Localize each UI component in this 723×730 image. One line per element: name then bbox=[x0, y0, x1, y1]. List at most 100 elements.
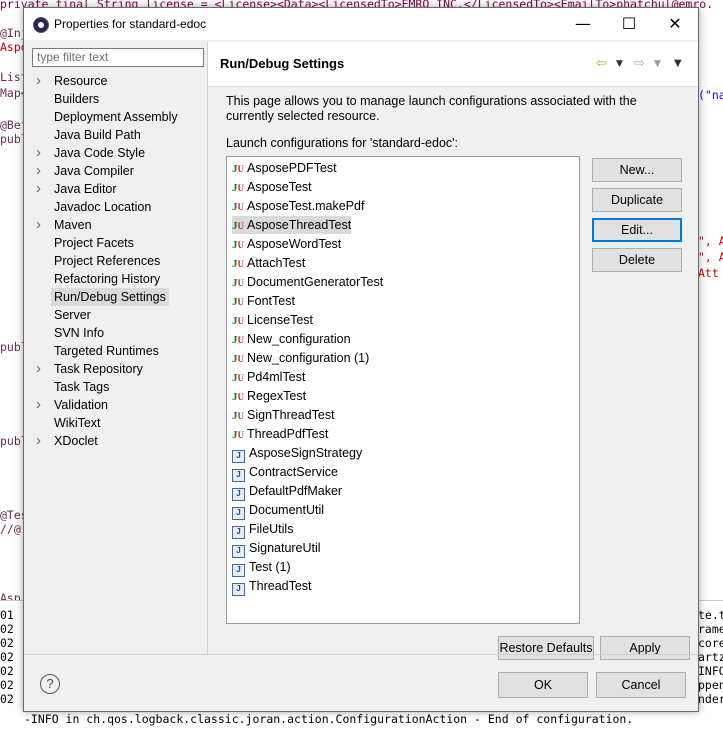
tree-item[interactable]: Refactoring History bbox=[24, 270, 207, 288]
chevron-right-icon[interactable]: › bbox=[36, 162, 46, 180]
tree-item[interactable]: Java Build Path bbox=[24, 126, 207, 144]
launch-configuration-item[interactable]: JU AsposeTest.makePdf bbox=[232, 197, 364, 215]
launch-configuration-item[interactable]: JU FontTest bbox=[232, 292, 295, 310]
page-title: Run/Debug Settings bbox=[220, 56, 345, 71]
tree-item[interactable]: Run/Debug Settings bbox=[24, 288, 207, 306]
launch-configuration-item[interactable]: J DefaultPdfMaker bbox=[232, 482, 342, 501]
cancel-button[interactable]: Cancel bbox=[596, 672, 686, 698]
launch-configuration-item[interactable]: JU New_configuration bbox=[232, 330, 351, 348]
launch-configuration-label: SignatureUtil bbox=[249, 541, 321, 555]
tree-item[interactable]: Deployment Assembly bbox=[24, 108, 207, 126]
tree-item[interactable]: › Java Editor bbox=[24, 180, 207, 198]
junit-icon: JU bbox=[232, 163, 244, 175]
chevron-right-icon[interactable]: › bbox=[36, 72, 46, 90]
junit-icon: JU bbox=[232, 182, 244, 194]
junit-icon: JU bbox=[232, 334, 244, 346]
console-fragment: artz bbox=[698, 650, 723, 664]
launch-configuration-item[interactable]: JU LicenseTest bbox=[232, 311, 313, 329]
tree-item[interactable]: › Maven bbox=[24, 216, 207, 234]
launch-configuration-item[interactable]: JU New_configuration (1) bbox=[232, 349, 369, 367]
tree-item[interactable]: › Java Compiler bbox=[24, 162, 207, 180]
tree-item-label: Validation bbox=[54, 398, 108, 412]
tree-item-label: Java Code Style bbox=[54, 146, 146, 160]
forward-dropdown-icon[interactable]: ▼ bbox=[654, 59, 661, 69]
tree-item[interactable]: Server bbox=[24, 306, 207, 324]
tree-item[interactable]: Javadoc Location bbox=[24, 198, 207, 216]
launch-configuration-item[interactable]: JU AsposeWordTest bbox=[232, 235, 341, 253]
chevron-right-icon[interactable]: › bbox=[36, 360, 46, 378]
filter-input[interactable]: type filter text bbox=[32, 48, 204, 67]
tree-item[interactable]: › XDoclet bbox=[24, 432, 207, 450]
launch-configuration-item[interactable]: JU Pd4mlTest bbox=[232, 368, 305, 386]
launch-configuration-item[interactable]: J ThreadTest bbox=[232, 577, 312, 596]
launch-configuration-item[interactable]: JU SignThreadTest bbox=[232, 406, 335, 424]
tree-item-label: Resource bbox=[54, 74, 108, 88]
view-menu-icon[interactable]: ▼ bbox=[674, 58, 682, 69]
tree-item[interactable]: Targeted Runtimes bbox=[24, 342, 207, 360]
tree-item-label: Javadoc Location bbox=[54, 200, 152, 214]
java-application-icon: J bbox=[232, 583, 245, 596]
launch-configuration-label: AsposeTest.makePdf bbox=[247, 199, 365, 213]
launch-configuration-item[interactable]: JU ThreadPdfTest bbox=[232, 425, 328, 443]
chevron-right-icon[interactable]: › bbox=[36, 144, 46, 162]
launch-configuration-item[interactable]: J AsposeSignStrategy bbox=[232, 444, 362, 463]
new-button[interactable]: New... bbox=[592, 158, 682, 182]
tree-item-label: WikiText bbox=[54, 416, 101, 430]
tree-item[interactable]: Project Facets bbox=[24, 234, 207, 252]
duplicate-button[interactable]: Duplicate bbox=[592, 188, 682, 212]
tree-item[interactable]: › Resource bbox=[24, 72, 207, 90]
close-button[interactable]: ✕ bbox=[652, 8, 698, 40]
chevron-right-icon[interactable]: › bbox=[36, 216, 46, 234]
launch-configuration-label: New_configuration bbox=[247, 332, 351, 346]
launch-configuration-item[interactable]: JU DocumentGeneratorTest bbox=[232, 273, 383, 291]
tree-item-label: Task Repository bbox=[54, 362, 143, 376]
minimize-button[interactable]: — bbox=[560, 8, 606, 40]
tree-item[interactable]: › Task Repository bbox=[24, 360, 207, 378]
launch-configuration-item[interactable]: J FileUtils bbox=[232, 520, 293, 539]
launch-configuration-label: ThreadTest bbox=[249, 579, 312, 593]
java-application-icon: J bbox=[232, 507, 245, 520]
restore-defaults-button[interactable]: Restore Defaults bbox=[498, 636, 594, 660]
console-line-number: 02 bbox=[0, 622, 14, 636]
launch-configuration-item[interactable]: J ContractService bbox=[232, 463, 338, 482]
delete-button[interactable]: Delete bbox=[592, 248, 682, 272]
junit-icon: JU bbox=[232, 391, 244, 403]
launch-configuration-list[interactable]: JU AsposePDFTest JU AsposeTest JU AsposeTest.… bbox=[226, 156, 580, 624]
launch-configuration-item[interactable]: JU AsposeThreadTest bbox=[232, 216, 352, 234]
ok-button[interactable]: OK bbox=[498, 672, 588, 698]
console-fragment: core bbox=[698, 636, 723, 650]
tree-item[interactable]: SVN Info bbox=[24, 324, 207, 342]
edit-button[interactable]: Edit... bbox=[592, 218, 682, 242]
chevron-right-icon[interactable]: › bbox=[36, 396, 46, 414]
launch-configuration-item[interactable]: J Test (1) bbox=[232, 558, 291, 577]
launch-configuration-item[interactable]: JU AttachTest bbox=[232, 254, 305, 272]
editor-fragment: Att bbox=[698, 266, 719, 280]
tree-item[interactable]: Builders bbox=[24, 90, 207, 108]
tree-item[interactable]: Project References bbox=[24, 252, 207, 270]
launch-configuration-label: New_configuration (1) bbox=[247, 351, 370, 365]
editor-fragment: ("na bbox=[698, 88, 723, 102]
tree-item[interactable]: Task Tags bbox=[24, 378, 207, 396]
tree-item-label: Java Build Path bbox=[54, 128, 141, 142]
forward-arrow-icon[interactable]: ⇨ bbox=[634, 56, 645, 71]
help-icon[interactable]: ? bbox=[40, 674, 60, 694]
launch-configuration-item[interactable]: JU RegexTest bbox=[232, 387, 306, 405]
back-arrow-icon[interactable]: ⇦ bbox=[596, 56, 607, 71]
apply-button[interactable]: Apply bbox=[600, 636, 690, 660]
tree-item[interactable]: › Java Code Style bbox=[24, 144, 207, 162]
launch-configuration-item[interactable]: J DocumentUtil bbox=[232, 501, 324, 520]
java-application-icon: J bbox=[232, 488, 245, 501]
tree-item[interactable]: WikiText bbox=[24, 414, 207, 432]
back-dropdown-icon[interactable]: ▼ bbox=[616, 59, 623, 69]
bottom-divider bbox=[24, 654, 698, 655]
launch-configuration-label: AsposeWordTest bbox=[247, 237, 342, 251]
chevron-right-icon[interactable]: › bbox=[36, 180, 46, 198]
tree-item-label: Task Tags bbox=[54, 380, 110, 394]
tree-item[interactable]: › Validation bbox=[24, 396, 207, 414]
launch-configuration-item[interactable]: J SignatureUtil bbox=[232, 539, 321, 558]
maximize-button[interactable]: ☐ bbox=[606, 8, 652, 40]
launch-configuration-item[interactable]: JU AsposePDFTest bbox=[232, 159, 337, 177]
chevron-right-icon[interactable]: › bbox=[36, 432, 46, 450]
launch-configuration-item[interactable]: JU AsposeTest bbox=[232, 178, 312, 196]
java-application-icon: J bbox=[232, 450, 245, 463]
